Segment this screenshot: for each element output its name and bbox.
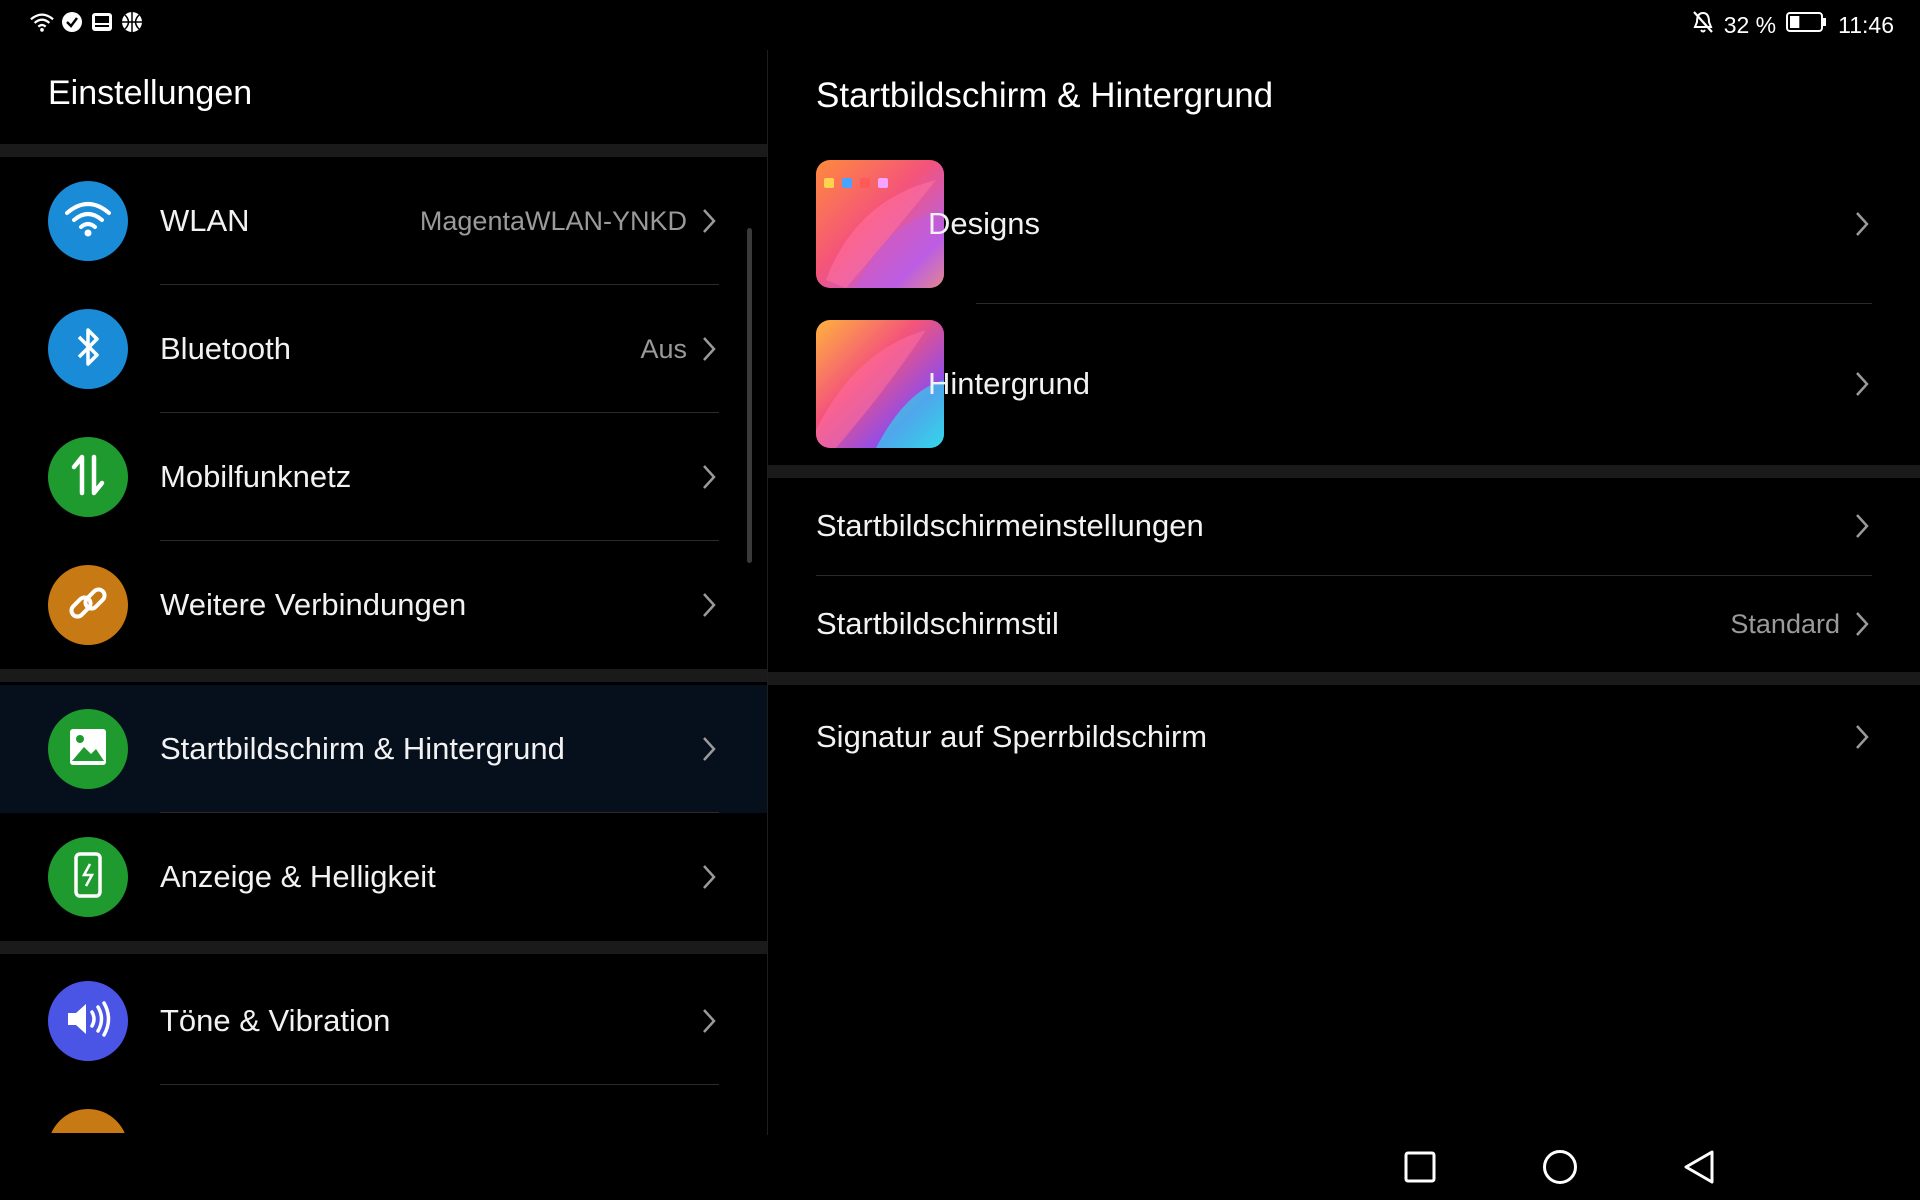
section-divider bbox=[768, 465, 1920, 478]
section-divider bbox=[0, 669, 767, 682]
chevron-right-icon bbox=[1856, 514, 1869, 538]
section-divider bbox=[768, 672, 1920, 685]
battery-percent: 32 % bbox=[1723, 11, 1777, 38]
display-icon-circle bbox=[48, 837, 128, 917]
section-divider bbox=[0, 144, 767, 157]
chevron-right-icon bbox=[1856, 725, 1869, 749]
image-icon bbox=[68, 727, 108, 772]
home-screen-style-value: Standard bbox=[1730, 609, 1840, 639]
settings-item-partial[interactable] bbox=[0, 1085, 767, 1133]
chevron-right-icon bbox=[703, 1009, 716, 1033]
chevron-right-icon bbox=[1856, 212, 1869, 236]
lock-screen-signature-label: Signatur auf Sperrbildschirm bbox=[816, 719, 1208, 754]
bluetooth-icon bbox=[73, 325, 103, 374]
battery-icon bbox=[1786, 11, 1828, 39]
wallpaper-thumbnail bbox=[816, 320, 944, 448]
settings-item-bluetooth[interactable]: Bluetooth Aus bbox=[0, 285, 767, 413]
settings-item-more-connections[interactable]: Weitere Verbindungen bbox=[0, 541, 767, 669]
mobile-data-icon bbox=[70, 453, 106, 502]
recent-apps-button[interactable] bbox=[1398, 1145, 1442, 1189]
triangle-back-icon bbox=[1684, 1150, 1714, 1184]
link-icon bbox=[66, 581, 110, 630]
phone-brightness-icon bbox=[73, 851, 103, 903]
settings-item-value: Aus bbox=[640, 334, 687, 364]
settings-item-mobile-network[interactable]: Mobilfunknetz bbox=[0, 413, 767, 541]
scrollbar[interactable] bbox=[747, 228, 752, 563]
designs-label: Designs bbox=[928, 206, 1040, 241]
chevron-right-icon bbox=[703, 209, 716, 233]
sounds-icon-circle bbox=[48, 981, 128, 1061]
wifi-icon bbox=[65, 200, 111, 243]
settings-list-pane: Einstellungen WLAN MagentaWLAN-YNKD Blue… bbox=[0, 48, 767, 1133]
home-screen-style-label: Startbildschirmstil bbox=[816, 606, 1059, 641]
wallpaper-item[interactable]: Hintergrund bbox=[768, 320, 1920, 480]
notification-badge-icon bbox=[90, 10, 114, 34]
settings-item-sounds-vibration[interactable]: Töne & Vibration bbox=[0, 957, 767, 1085]
status-icons-right: 32 % 11:46 bbox=[1692, 10, 1894, 40]
status-bar: 32 % 11:46 bbox=[0, 0, 1920, 48]
settings-item-display-brightness[interactable]: Anzeige & Helligkeit bbox=[0, 813, 767, 941]
back-button[interactable] bbox=[1677, 1145, 1721, 1189]
mute-bell-icon bbox=[1692, 10, 1714, 40]
home-screen-settings-label: Startbildschirmeinstellungen bbox=[816, 508, 1204, 543]
settings-item-label: WLAN bbox=[160, 203, 250, 238]
designs-thumbnail bbox=[816, 160, 944, 288]
settings-item-label: Weitere Verbindungen bbox=[160, 587, 467, 622]
page-title: Einstellungen bbox=[48, 74, 253, 112]
home-screen-settings-item[interactable]: Startbildschirmeinstellungen bbox=[768, 478, 1920, 574]
wifi-icon bbox=[30, 10, 54, 34]
lock-screen-signature-item[interactable]: Signatur auf Sperrbildschirm bbox=[768, 685, 1920, 789]
settings-item-label: Startbildschirm & Hintergrund bbox=[160, 731, 565, 766]
settings-item-home-screen-wallpaper[interactable]: Startbildschirm & Hintergrund bbox=[0, 685, 767, 813]
home-screen-style-item[interactable]: Startbildschirmstil Standard bbox=[768, 576, 1920, 672]
settings-item-label: Bluetooth bbox=[160, 331, 291, 366]
navigation-bar bbox=[0, 1133, 1920, 1200]
wlan-icon-circle bbox=[48, 181, 128, 261]
mobile-network-icon-circle bbox=[48, 437, 128, 517]
circle-icon bbox=[1543, 1150, 1577, 1184]
chevron-right-icon bbox=[1856, 372, 1869, 396]
partial-icon-circle bbox=[48, 1109, 128, 1133]
square-icon bbox=[1404, 1151, 1436, 1183]
settings-item-label: Mobilfunknetz bbox=[160, 459, 352, 494]
clock: 11:46 bbox=[1838, 11, 1894, 38]
settings-item-label: Töne & Vibration bbox=[160, 1003, 391, 1038]
chevron-right-icon bbox=[703, 337, 716, 361]
chevron-right-icon bbox=[703, 593, 716, 617]
check-circle-icon bbox=[60, 10, 84, 34]
detail-pane: Startbildschirm & Hintergrund Designs Hi… bbox=[768, 48, 1920, 1133]
chevron-right-icon bbox=[703, 737, 716, 761]
home-button[interactable] bbox=[1538, 1145, 1582, 1189]
chevron-right-icon bbox=[703, 865, 716, 889]
bluetooth-icon-circle bbox=[48, 309, 128, 389]
more-connections-icon-circle bbox=[48, 565, 128, 645]
speaker-icon bbox=[64, 999, 112, 1044]
chevron-right-icon bbox=[1856, 612, 1869, 636]
wallpaper-label: Hintergrund bbox=[928, 366, 1090, 401]
settings-item-wlan[interactable]: WLAN MagentaWLAN-YNKD bbox=[0, 157, 767, 285]
settings-item-label: Anzeige & Helligkeit bbox=[160, 859, 436, 894]
section-divider bbox=[0, 941, 767, 954]
basketball-icon bbox=[120, 10, 144, 34]
designs-item[interactable]: Designs bbox=[768, 160, 1920, 320]
detail-title: Startbildschirm & Hintergrund bbox=[816, 76, 1274, 115]
settings-item-value: MagentaWLAN-YNKD bbox=[419, 206, 687, 236]
row-divider bbox=[976, 303, 1872, 304]
status-icons-left bbox=[30, 10, 144, 34]
chevron-right-icon bbox=[703, 465, 716, 489]
home-screen-icon-circle bbox=[48, 709, 128, 789]
